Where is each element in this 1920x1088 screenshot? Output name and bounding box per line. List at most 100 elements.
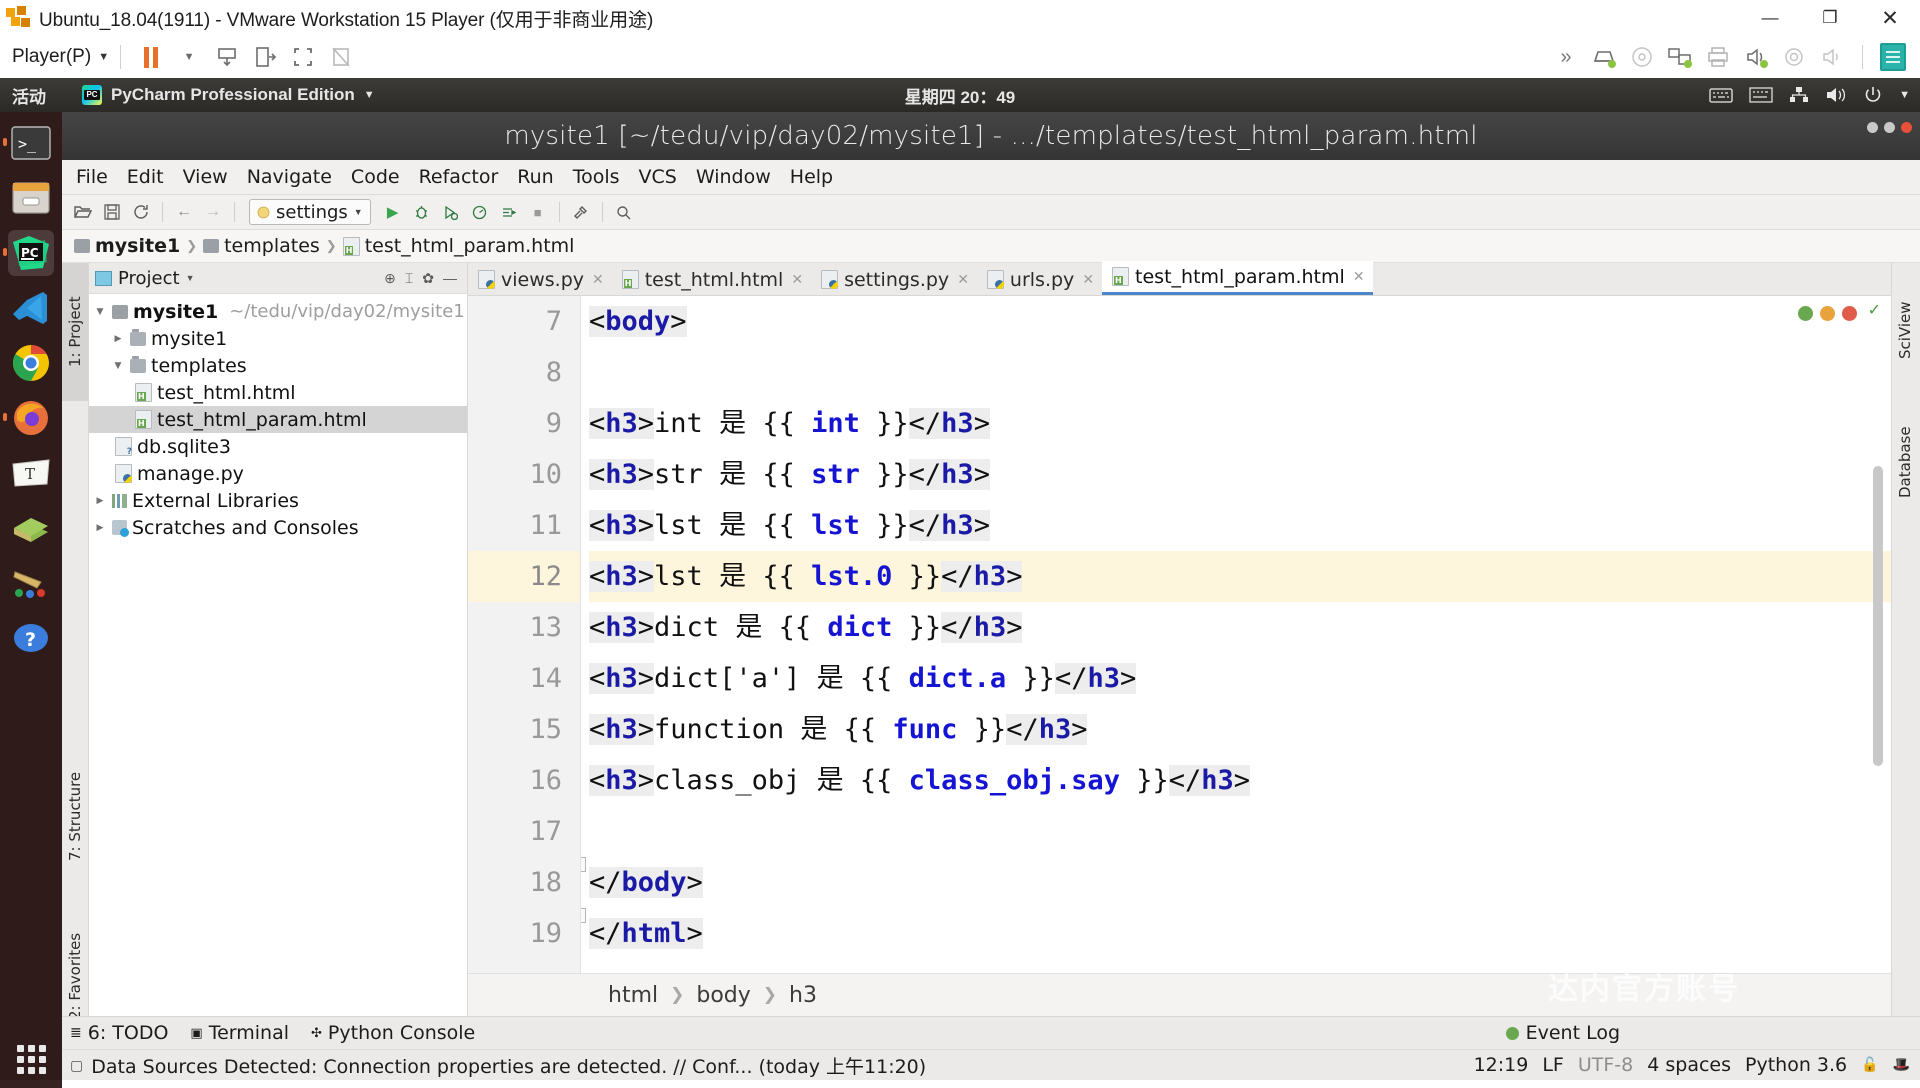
speaker-icon[interactable] — [1815, 42, 1849, 72]
menu-item-window[interactable]: Window — [696, 166, 771, 188]
open-project-icon[interactable] — [70, 199, 96, 225]
printer-icon[interactable] — [1701, 42, 1735, 72]
element-crumb-h3[interactable]: h3 — [789, 983, 817, 1008]
unity-mode-icon[interactable] — [324, 42, 358, 72]
sidebar-item-structure[interactable]: 7: Structure — [62, 733, 88, 899]
notes-icon[interactable] — [1876, 42, 1910, 72]
twisty-icon[interactable]: ▶ — [93, 496, 107, 506]
vmware-minimize-button[interactable]: — — [1740, 0, 1800, 36]
menu-item-code[interactable]: Code — [351, 166, 400, 188]
editor-vertical-scrollbar[interactable] — [1873, 466, 1883, 766]
code-line[interactable] — [589, 806, 1891, 857]
sound-card-icon[interactable] — [1739, 42, 1773, 72]
sidebar-item-project[interactable]: 1: Project — [62, 263, 88, 401]
tree-item-test-html[interactable]: test_html.html — [89, 379, 467, 406]
indent-setting[interactable]: 4 spaces — [1647, 1054, 1731, 1076]
code-line[interactable]: <h3>function 是 {{ func }}</h3> — [589, 704, 1891, 755]
code-line[interactable]: <h3>dict 是 {{ dict }}</h3> — [589, 602, 1891, 653]
sync-icon[interactable] — [128, 199, 154, 225]
pause-icon[interactable] — [134, 42, 168, 72]
save-all-icon[interactable] — [99, 199, 125, 225]
menu-item-vcs[interactable]: VCS — [639, 166, 677, 188]
tool-tab-terminal[interactable]: ▣ Terminal — [190, 1022, 289, 1044]
run-with-console-icon[interactable] — [496, 199, 522, 225]
input-method-icon[interactable] — [1749, 87, 1773, 103]
close-icon[interactable]: ✕ — [957, 272, 969, 288]
dock-item-firefox-icon[interactable] — [8, 395, 54, 441]
dock-item-chrome-icon[interactable] — [8, 340, 54, 386]
element-crumb-html[interactable]: html — [608, 983, 658, 1008]
line-number[interactable]: 16 — [468, 755, 580, 806]
twisty-icon[interactable]: ▼ — [111, 361, 125, 371]
line-number[interactable]: 11 — [468, 500, 580, 551]
vmware-restore-button[interactable]: ❐ — [1800, 0, 1860, 36]
expand-icon[interactable]: » — [1549, 42, 1583, 72]
code-line[interactable] — [589, 347, 1891, 398]
python-interpreter[interactable]: Python 3.6 — [1745, 1054, 1847, 1076]
pause-dropdown-icon[interactable]: ▼ — [172, 42, 206, 72]
twisty-icon[interactable]: ▶ — [111, 334, 125, 344]
tree-item-mysite1[interactable]: ▶ mysite1 — [89, 325, 467, 352]
menu-item-tools[interactable]: Tools — [573, 166, 620, 188]
caret-position[interactable]: 12:19 — [1474, 1054, 1529, 1076]
show-applications-icon[interactable] — [17, 1045, 46, 1074]
pycharm-minimize-button[interactable] — [1867, 122, 1878, 133]
search-everywhere-icon[interactable] — [611, 199, 637, 225]
forward-icon[interactable]: → — [200, 199, 226, 225]
close-icon[interactable]: ✕ — [1353, 269, 1365, 285]
dock-item-terminal-icon[interactable]: >_ — [8, 120, 54, 166]
dock-item-help-icon[interactable]: ? — [8, 615, 54, 661]
line-number[interactable]: 8 — [468, 347, 580, 398]
breadcrumb-item-file[interactable]: test_html_param.html — [343, 235, 575, 257]
line-number[interactable]: 15 — [468, 704, 580, 755]
code-line[interactable]: <h3>int 是 {{ int }}</h3> — [589, 398, 1891, 449]
network-adapter-icon[interactable] — [1663, 42, 1697, 72]
tab-settings-py[interactable]: settings.py ✕ — [811, 264, 977, 295]
fold-marker-icon[interactable]: − — [581, 857, 586, 872]
scroll-from-source-icon[interactable]: ⊕ — [384, 270, 396, 287]
file-encoding[interactable]: UTF-8 — [1578, 1054, 1633, 1076]
tree-item-templates[interactable]: ▼ templates — [89, 352, 467, 379]
line-number[interactable]: 13 — [468, 602, 580, 653]
element-crumb-body[interactable]: body — [696, 983, 750, 1008]
menu-item-navigate[interactable]: Navigate — [247, 166, 332, 188]
collapse-all-icon[interactable]: ⌶ — [405, 270, 413, 287]
tab-views-py[interactable]: views.py ✕ — [468, 264, 612, 295]
tree-item-manage-py[interactable]: manage.py — [89, 460, 467, 487]
send-ctrl-alt-del-icon[interactable] — [210, 42, 244, 72]
tab-test-html-param[interactable]: test_html_param.html ✕ — [1102, 261, 1373, 295]
tool-tab-todo[interactable]: ≣ 6: TODO — [70, 1022, 168, 1044]
close-icon[interactable]: ✕ — [1082, 272, 1094, 288]
settings-gear-icon[interactable]: ✿ — [422, 270, 434, 287]
dock-item-gimp-icon[interactable] — [8, 560, 54, 606]
line-number[interactable]: 10 — [468, 449, 580, 500]
network-icon[interactable] — [1789, 86, 1809, 104]
code-editor[interactable]: 78910111213141516171819 <body><h3>int 是 … — [468, 296, 1891, 973]
dock-item-books-icon[interactable] — [8, 505, 54, 551]
line-number[interactable]: 17 — [468, 806, 580, 857]
menu-item-view[interactable]: View — [183, 166, 228, 188]
code-line[interactable]: <body> — [589, 296, 1891, 347]
code-line[interactable]: −</body> — [589, 857, 1891, 908]
code-line[interactable]: <h3>str 是 {{ str }}</h3> — [589, 449, 1891, 500]
player-menu-button[interactable]: Player(P) ▼ — [12, 46, 109, 68]
back-icon[interactable]: ← — [171, 199, 197, 225]
dock-item-files-icon[interactable] — [8, 175, 54, 221]
line-number[interactable]: 19 — [468, 908, 580, 959]
clock[interactable]: 星期四 20：49 — [0, 83, 1920, 108]
line-number[interactable]: 7 — [468, 296, 580, 347]
menu-item-edit[interactable]: Edit — [127, 166, 164, 188]
line-number[interactable]: 14 — [468, 653, 580, 704]
run-configuration-selector[interactable]: settings ▼ — [249, 199, 371, 225]
status-message[interactable]: Data Sources Detected: Connection proper… — [91, 1052, 926, 1079]
fold-marker-icon[interactable]: − — [581, 908, 586, 923]
hard-disk-icon[interactable] — [1587, 42, 1621, 72]
inspection-widget[interactable] — [1798, 306, 1857, 321]
onboard-keyboard-icon[interactable] — [1709, 86, 1733, 104]
cd-dvd-icon[interactable] — [1625, 42, 1659, 72]
run-coverage-icon[interactable] — [438, 199, 464, 225]
menu-item-help[interactable]: Help — [790, 166, 833, 188]
run-icon[interactable]: ▶ — [380, 199, 406, 225]
menu-item-file[interactable]: File — [76, 166, 108, 188]
tree-item-external-libraries[interactable]: ▶ External Libraries — [89, 487, 467, 514]
